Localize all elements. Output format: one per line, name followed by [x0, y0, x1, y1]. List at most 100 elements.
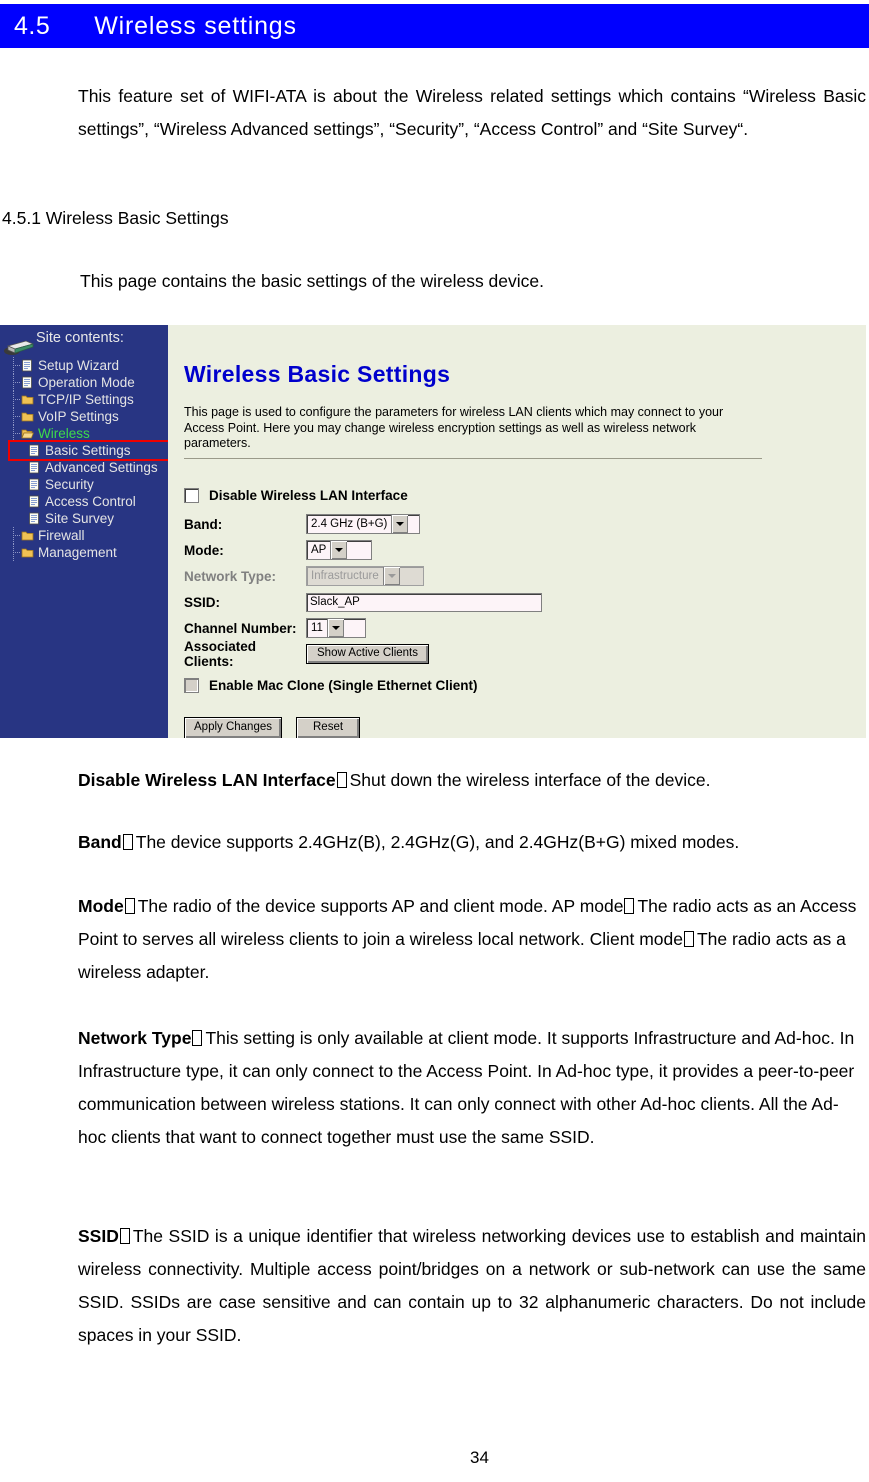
chevron-down-icon[interactable] — [391, 515, 409, 533]
section-title: Wireless settings — [94, 11, 297, 40]
associated-clients-row: Associated Clients: Show Active Clients — [184, 639, 764, 669]
section-banner: 4.5 Wireless settings — [0, 4, 869, 48]
disable-wlan-row[interactable]: Disable Wireless LAN Interface — [184, 485, 764, 505]
sidebar-item-label: TCP/IP Settings — [38, 391, 134, 407]
sidebar-item-label: Wireless — [38, 425, 90, 441]
description-text: The SSID is a unique identifier that wir… — [78, 1226, 866, 1345]
tree-connector — [10, 408, 21, 425]
tree-connector — [10, 544, 21, 561]
panel-title: Wireless Basic Settings — [184, 361, 451, 387]
description-text: Shut down the wireless interface of the … — [349, 770, 711, 790]
tree-connector — [10, 374, 21, 391]
missing-glyph-box — [683, 931, 694, 947]
router-content-panel: Wireless Basic Settings This page is use… — [168, 325, 866, 738]
router-device-icon — [4, 337, 35, 356]
embedded-router-screenshot: Site contents: Setup Wizard Operation Mo… — [0, 325, 866, 738]
sidebar-item-label: VoIP Settings — [38, 408, 119, 424]
open-folder-icon — [21, 427, 34, 440]
tree-connector — [10, 357, 21, 374]
network-type-label: Network Type: — [184, 568, 277, 584]
description-term: Band — [78, 832, 122, 852]
mode-value: AP — [311, 544, 327, 556]
wireless-basic-settings-form: Disable Wireless LAN Interface Band: 2.4… — [184, 485, 764, 738]
sidebar-item-wireless[interactable]: Wireless — [10, 425, 168, 442]
description-term: Disable Wireless LAN Interface — [78, 770, 336, 790]
mac-clone-checkbox[interactable] — [184, 677, 199, 693]
router-nav-tree: Setup Wizard Operation Mode TCP/IP Setti… — [8, 357, 178, 561]
missing-glyph-box — [192, 1030, 203, 1046]
band-label: Band: — [184, 516, 223, 532]
show-active-clients-button[interactable]: Show Active Clients — [306, 644, 429, 664]
disable-wlan-checkbox[interactable] — [184, 487, 199, 503]
reset-button[interactable]: Reset — [296, 717, 361, 738]
disable-wlan-label: Disable Wireless LAN Interface — [209, 487, 408, 503]
description-text: The device supports 2.4GHz(B), 2.4GHz(G)… — [135, 832, 740, 852]
channel-number-select[interactable]: 11 — [306, 618, 366, 638]
form-action-buttons: Apply Changes Reset — [184, 717, 764, 738]
sidebar-item-label: Setup Wizard — [38, 357, 120, 373]
page-icon — [28, 512, 41, 525]
network-type-row: Network Type: Infrastructure — [184, 563, 764, 589]
page-icon — [21, 359, 34, 372]
sidebar-item-label: Security — [45, 476, 94, 492]
sidebar-item-security[interactable]: Security — [10, 476, 168, 493]
description-text-part1: The radio of the device supports AP and … — [137, 896, 624, 916]
description-term: SSID — [78, 1226, 119, 1246]
sidebar-item-label: Site Survey — [45, 510, 115, 526]
missing-glyph-box — [122, 834, 133, 850]
sidebar-item-voip-settings[interactable]: VoIP Settings — [10, 408, 168, 425]
sidebar-item-access-control[interactable]: Access Control — [10, 493, 168, 510]
missing-glyph-box — [119, 1228, 130, 1244]
page-icon — [28, 444, 41, 457]
channel-number-row: Channel Number: 11 — [184, 615, 764, 641]
mode-select[interactable]: AP — [306, 540, 372, 560]
sidebar-item-setup-wizard[interactable]: Setup Wizard — [10, 357, 168, 374]
sidebar-item-advanced-settings[interactable]: Advanced Settings — [10, 459, 168, 476]
sidebar-item-label: Access Control — [45, 493, 136, 509]
sidebar-item-tcpip-settings[interactable]: TCP/IP Settings — [10, 391, 168, 408]
associated-clients-label: Associated Clients: — [184, 639, 257, 669]
mode-label: Mode: — [184, 542, 224, 558]
page-number: 34 — [470, 1448, 489, 1467]
band-value: 2.4 GHz (B+G) — [311, 518, 388, 530]
apply-changes-button[interactable]: Apply Changes — [184, 717, 282, 738]
channel-number-label: Channel Number: — [184, 620, 297, 636]
sidebar-item-operation-mode[interactable]: Operation Mode — [10, 374, 168, 391]
folder-icon — [21, 393, 34, 406]
intro-paragraph: This feature set of WIFI-ATA is about th… — [78, 85, 866, 139]
sidebar-item-label: Basic Settings — [45, 442, 131, 458]
folder-icon — [21, 546, 34, 559]
tree-connector — [10, 425, 21, 442]
router-sidebar: Site contents: Setup Wizard Operation Mo… — [0, 325, 178, 738]
sidebar-item-label: Firewall — [38, 527, 85, 543]
ssid-label: SSID: — [184, 594, 221, 610]
section-number: 4.5 — [14, 11, 51, 40]
sidebar-item-management[interactable]: Management — [10, 544, 168, 561]
description-disable-wireless-lan-interface: Disable Wireless LAN Interface Shut down … — [78, 764, 866, 797]
folder-icon — [21, 529, 34, 542]
sidebar-item-basic-settings[interactable]: Basic Settings — [8, 440, 178, 461]
sidebar-item-label: Advanced Settings — [45, 459, 158, 475]
missing-glyph-box — [624, 898, 635, 914]
description-mode: Mode The radio of the device supports AP … — [78, 890, 866, 989]
description-band: Band The device supports 2.4GHz(B), 2.4GH… — [78, 826, 866, 859]
folder-icon — [21, 410, 34, 423]
mac-clone-row[interactable]: Enable Mac Clone (Single Ethernet Client… — [184, 675, 764, 695]
ssid-input[interactable]: Slack_AP — [306, 592, 542, 612]
sidebar-item-firewall[interactable]: Firewall — [10, 527, 168, 544]
site-contents-label: Site contents: — [36, 330, 124, 346]
chevron-down-icon — [382, 567, 400, 585]
mode-row: Mode: AP — [184, 537, 764, 563]
band-select[interactable]: 2.4 GHz (B+G) — [306, 514, 420, 534]
band-row: Band: 2.4 GHz (B+G) — [184, 511, 764, 537]
subsection-heading: 4.5.1 Wireless Basic Settings — [2, 208, 229, 228]
chevron-down-icon[interactable] — [330, 541, 348, 559]
chevron-down-icon[interactable] — [326, 619, 344, 637]
tree-connector — [10, 391, 21, 408]
page-icon — [28, 495, 41, 508]
panel-divider — [184, 458, 762, 459]
tree-connector — [10, 527, 21, 544]
page-icon — [28, 478, 41, 491]
sidebar-item-site-survey[interactable]: Site Survey — [10, 510, 168, 527]
panel-description: This page is used to configure the param… — [184, 405, 724, 450]
